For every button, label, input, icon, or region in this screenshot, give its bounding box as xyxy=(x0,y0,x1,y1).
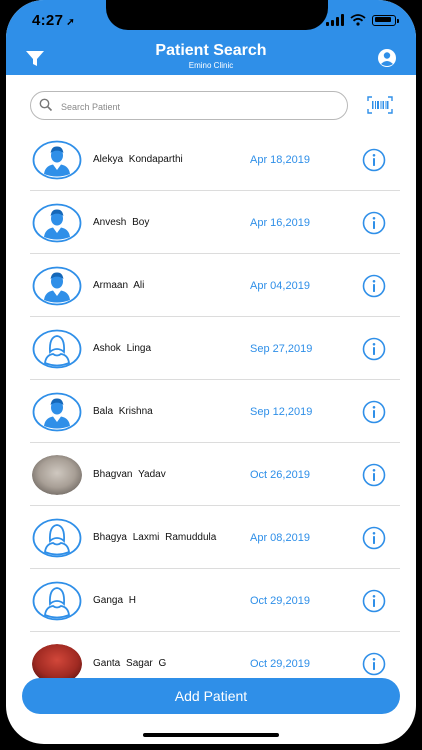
status-icons xyxy=(326,14,399,26)
patient-row[interactable]: Armaan Ali Apr 04,2019 xyxy=(6,254,416,317)
app-header: 4:27 ➚ Patient Search Emino Clinic xyxy=(6,0,416,75)
device-frame: 4:27 ➚ Patient Search Emino Clinic Searc… xyxy=(0,0,422,750)
patient-avatar-female-icon xyxy=(32,518,82,558)
status-time: 4:27 ➚ xyxy=(32,12,75,29)
patient-row[interactable]: Bhagvan Yadav Oct 26,2019 xyxy=(6,443,416,506)
patient-avatar-female-icon xyxy=(32,581,82,621)
info-icon[interactable] xyxy=(362,526,386,550)
add-patient-button[interactable]: Add Patient xyxy=(22,678,400,714)
patient-avatar-female-icon xyxy=(32,329,82,369)
app-screen: 4:27 ➚ Patient Search Emino Clinic Searc… xyxy=(6,0,416,744)
visit-date: Apr 08,2019 xyxy=(250,531,310,544)
patient-name: Bala Krishna xyxy=(93,405,153,417)
visit-date: Oct 26,2019 xyxy=(250,468,310,481)
visit-date: Apr 18,2019 xyxy=(250,153,310,166)
patient-row[interactable]: Ashok Linga Sep 27,2019 xyxy=(6,317,416,380)
patient-row[interactable]: Alekya Kondaparthi Apr 18,2019 xyxy=(6,128,416,191)
info-icon[interactable] xyxy=(362,400,386,424)
info-icon[interactable] xyxy=(362,211,386,235)
home-indicator xyxy=(143,733,279,737)
info-icon[interactable] xyxy=(362,589,386,613)
barcode-scan-icon[interactable] xyxy=(367,96,393,114)
patient-name: Bhagya Laxmi Ramuddula xyxy=(93,531,217,543)
clinic-subtitle: Emino Clinic xyxy=(188,61,234,70)
search-bar[interactable] xyxy=(30,91,348,121)
patient-row[interactable]: Bhagya Laxmi Ramuddula Apr 08,2019 xyxy=(6,506,416,569)
page-title: Patient Search xyxy=(155,42,267,59)
info-icon[interactable] xyxy=(362,148,386,172)
patient-name: Anvesh Boy xyxy=(93,216,150,228)
search-input[interactable] xyxy=(59,92,333,121)
signal-icon xyxy=(326,14,344,26)
location-arrow-icon: ➚ xyxy=(66,17,75,28)
patient-name: Armaan Ali xyxy=(93,279,145,291)
visit-date: Sep 12,2019 xyxy=(250,405,313,418)
patient-avatar-male-icon xyxy=(32,140,82,180)
device-notch xyxy=(106,0,328,30)
wifi-icon xyxy=(350,14,366,26)
info-icon[interactable] xyxy=(362,463,386,487)
battery-icon xyxy=(372,14,399,26)
info-icon[interactable] xyxy=(362,337,386,361)
info-icon[interactable] xyxy=(362,652,386,676)
patient-row[interactable]: Ganga H Oct 29,2019 xyxy=(6,569,416,632)
visit-date: Oct 29,2019 xyxy=(250,594,310,607)
patient-row[interactable]: Anvesh Boy Apr 16,2019 xyxy=(6,191,416,254)
patient-avatar-male-icon xyxy=(32,203,82,243)
patient-name: Bhagvan Yadav xyxy=(93,468,166,480)
patient-name: Ashok Linga xyxy=(93,342,152,354)
visit-date: Sep 27,2019 xyxy=(250,342,313,355)
patient-name: Ganga H xyxy=(93,594,137,606)
patient-avatar-male-icon xyxy=(32,392,82,432)
patient-avatar-male-icon xyxy=(32,266,82,306)
patient-row[interactable]: Bala Krishna Sep 12,2019 xyxy=(6,380,416,443)
patient-avatar-photo-gray xyxy=(32,455,82,495)
visit-date: Apr 04,2019 xyxy=(250,279,310,292)
profile-icon[interactable] xyxy=(376,47,398,69)
info-icon[interactable] xyxy=(362,274,386,298)
search-icon xyxy=(39,98,53,112)
visit-date: Apr 16,2019 xyxy=(250,216,310,229)
patient-name: Alekya Kondaparthi xyxy=(93,153,183,165)
